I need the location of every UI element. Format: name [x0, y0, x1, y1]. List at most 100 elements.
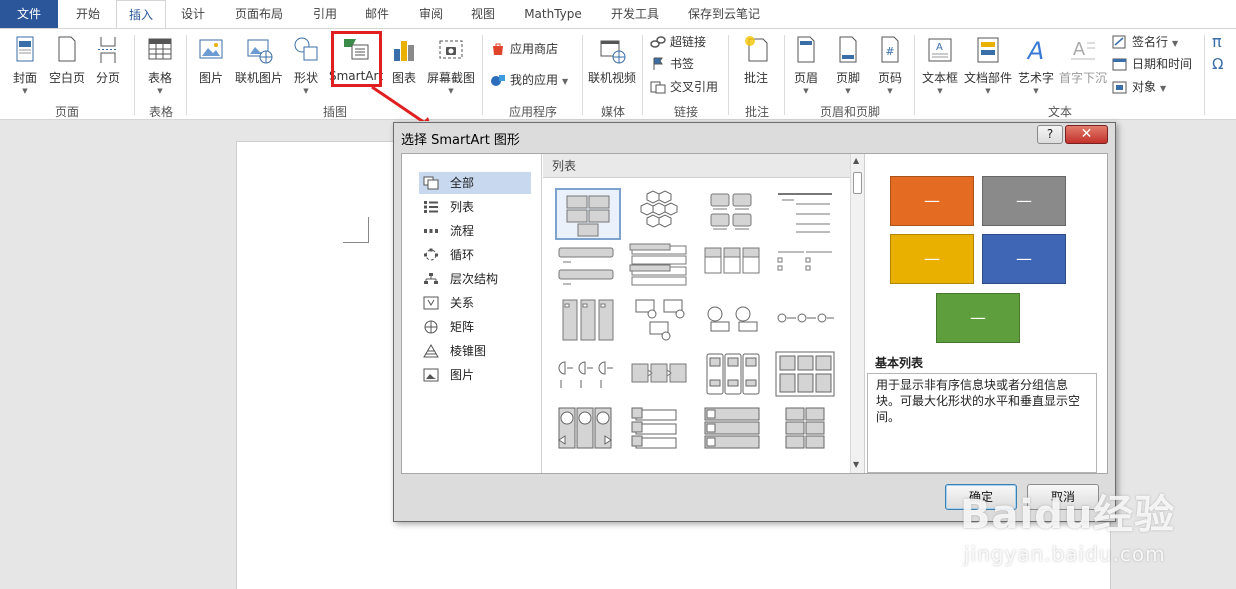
hierarchy-icon — [424, 273, 438, 284]
header-button[interactable]: 页眉 ▼ — [788, 33, 824, 111]
object-label: 对象 — [1132, 80, 1157, 94]
cancel-button[interactable]: 取消 — [1027, 484, 1099, 510]
layout-grid-list[interactable] — [774, 404, 840, 456]
textbox-label: 文本框 — [921, 71, 958, 85]
cover-button[interactable]: 封面 ▼ — [4, 33, 46, 111]
cross-ref-button[interactable]: 交叉引用 — [648, 77, 718, 97]
all-icon — [423, 176, 439, 190]
category-picture[interactable]: 图片 — [419, 364, 531, 386]
layout-bullet-blocks[interactable] — [628, 404, 694, 456]
online-picture-label: 联机图片 — [234, 71, 283, 85]
chevron-down-icon: ▼ — [22, 87, 28, 95]
cover-label: 封面 — [12, 71, 37, 85]
close-button[interactable]: ✕ — [1065, 125, 1108, 144]
layout-hexagon-cluster[interactable] — [628, 188, 694, 240]
dropcap-button[interactable]: A 首字下沉 — [1058, 33, 1108, 111]
smartart-dialog: 选择 SmartArt 图形 ? ✕ 全部 列表 流程 循环 层次结构 关系 矩… — [393, 122, 1116, 522]
tab-review[interactable]: 审阅 — [406, 0, 456, 28]
tab-view[interactable]: 视图 — [458, 0, 508, 28]
blank-page-button[interactable]: 空白页 — [46, 33, 88, 111]
layout-bracket-list[interactable] — [774, 242, 840, 294]
textbox-button[interactable]: A 文本框 ▼ — [918, 33, 962, 111]
layout-circle-process[interactable] — [628, 296, 694, 348]
layout-circle-dots[interactable] — [774, 296, 840, 348]
layout-circle-list[interactable] — [701, 296, 767, 348]
group-separator — [642, 35, 643, 115]
group-separator — [582, 35, 583, 115]
scroll-up-icon[interactable]: ▲ — [853, 156, 859, 165]
layout-table-list[interactable] — [701, 242, 767, 294]
tab-developer[interactable]: 开发工具 — [598, 0, 672, 28]
bookmark-label: 书签 — [670, 57, 695, 71]
table-icon — [148, 38, 172, 60]
layout-lined-list[interactable] — [774, 188, 840, 240]
layout-stacked-bars[interactable] — [701, 404, 767, 456]
ok-button[interactable]: 确定 — [945, 484, 1017, 510]
gallery-scrollbar[interactable]: ▲ ▼ — [850, 154, 864, 473]
tab-insert[interactable]: 插入 — [116, 0, 166, 29]
shapes-button[interactable]: 形状 ▼ — [288, 33, 324, 111]
category-all[interactable]: 全部 — [419, 172, 531, 194]
tab-mathtype[interactable]: MathType — [512, 0, 594, 28]
chevron-down-icon: ▼ — [937, 87, 943, 95]
pyramid-icon — [423, 344, 439, 358]
datetime-button[interactable]: 日期和时间 — [1110, 54, 1192, 74]
store-bag-icon — [493, 43, 503, 55]
bookmark-button[interactable]: 书签 — [648, 54, 694, 74]
layout-arrow-list[interactable] — [628, 350, 694, 402]
category-hierarchy[interactable]: 层次结构 — [419, 268, 531, 290]
scroll-thumb[interactable] — [853, 172, 862, 194]
object-button[interactable]: 对象 ▼ — [1110, 77, 1166, 97]
layout-stacked-list[interactable] — [555, 242, 621, 294]
app-store-button[interactable]: 应用商店 — [488, 39, 558, 59]
tab-file[interactable]: 文件 — [0, 0, 58, 28]
category-relationship[interactable]: 关系 — [419, 292, 531, 314]
category-matrix[interactable]: 矩阵 — [419, 316, 531, 338]
ribbon: 封面 ▼ 空白页 分页 页面 表格 ▼ 表格 图片 联机图片 形状 ▼ Smar… — [0, 28, 1236, 120]
chevron-down-icon: ▼ — [845, 87, 851, 95]
tab-mailings[interactable]: 邮件 — [352, 0, 402, 28]
layout-basic-list[interactable] — [555, 188, 621, 240]
layout-picture-accent[interactable] — [555, 404, 621, 456]
layout-column-list[interactable] — [701, 350, 767, 402]
tab-page-layout[interactable]: 页面布局 — [222, 0, 296, 28]
wordart-icon: A — [1026, 37, 1044, 65]
comment-button[interactable]: 批注 — [736, 33, 776, 111]
category-cycle[interactable]: 循环 — [419, 244, 531, 266]
footer-button[interactable]: 页脚 ▼ — [830, 33, 866, 111]
my-apps-button[interactable]: 我的应用 ▼ — [488, 70, 568, 90]
wordart-button[interactable]: A 艺术字 ▼ — [1016, 33, 1056, 111]
signature-line-button[interactable]: 签名行 ▼ — [1110, 32, 1178, 52]
symbol-button[interactable]: Ω — [1208, 54, 1223, 74]
tab-references[interactable]: 引用 — [300, 0, 350, 28]
chevron-down-icon: ▼ — [985, 87, 991, 95]
group-tables-label: 表格 — [148, 105, 173, 119]
shapes-label: 形状 — [293, 71, 318, 85]
scroll-down-icon[interactable]: ▼ — [853, 460, 859, 469]
layout-grouped-list[interactable] — [628, 242, 694, 294]
online-picture-button[interactable]: 联机图片 — [232, 33, 286, 111]
layout-half-circle[interactable] — [555, 350, 621, 402]
page-number-button[interactable]: # 页码 ▼ — [872, 33, 908, 111]
layout-vertical-bullet[interactable] — [555, 296, 621, 348]
tab-home[interactable]: 开始 — [62, 0, 114, 28]
page-break-button[interactable]: 分页 — [88, 33, 128, 111]
chevron-down-icon: ▼ — [1172, 39, 1179, 48]
category-process[interactable]: 流程 — [419, 220, 531, 242]
hyperlink-button[interactable]: 超链接 — [648, 32, 706, 52]
online-video-button[interactable]: 联机视频 — [586, 33, 638, 111]
quick-parts-button[interactable]: 文档部件 ▼ — [962, 33, 1014, 111]
tab-save-cloud[interactable]: 保存到云笔记 — [676, 0, 772, 28]
table-button[interactable]: 表格 ▼ — [140, 33, 180, 111]
category-list-item[interactable]: 列表 — [419, 196, 531, 218]
dialog-content: 全部 列表 流程 循环 层次结构 关系 矩阵 棱锥图 图片 列表 ▲ ▼ — —… — [401, 153, 1108, 474]
equation-button[interactable]: π — [1208, 32, 1222, 52]
tab-design[interactable]: 设计 — [168, 0, 218, 28]
layout-horizontal-bullet[interactable] — [701, 188, 767, 240]
layout-framed-list[interactable] — [774, 350, 840, 402]
picture-button[interactable]: 图片 — [192, 33, 230, 111]
category-pyramid[interactable]: 棱锥图 — [419, 340, 531, 362]
smartart-highlight-box — [331, 31, 382, 87]
help-button[interactable]: ? — [1037, 125, 1063, 144]
online-picture-icon — [247, 39, 273, 64]
